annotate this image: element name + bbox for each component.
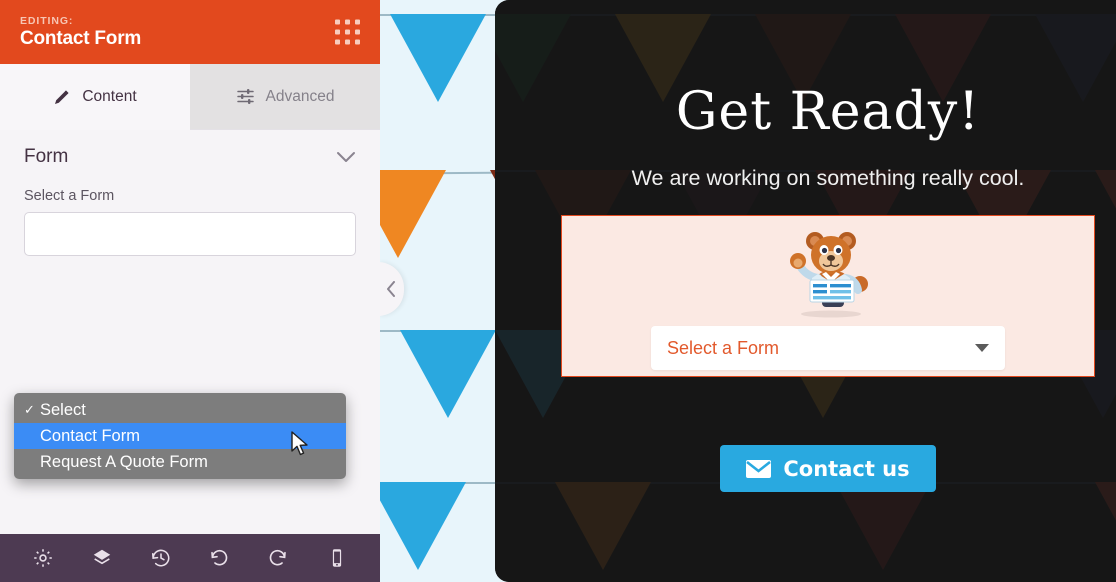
check-icon: ✓	[24, 402, 35, 417]
sidebar-tabs: Content Advanced	[0, 64, 380, 130]
tab-content[interactable]: Content	[0, 64, 190, 130]
layers-icon[interactable]	[85, 541, 119, 575]
contact-us-button[interactable]: Contact us	[720, 445, 936, 492]
pencil-icon	[55, 89, 69, 104]
sidebar-body: Form Select a Form ✓ Select Contact Form…	[0, 130, 380, 534]
sidebar-footer-toolbar	[0, 534, 380, 582]
dropdown-option-label: Contact Form	[40, 426, 140, 445]
editing-label: EDITING:	[20, 14, 74, 27]
chevron-left-icon	[387, 281, 395, 297]
coming-soon-overlay: Get Ready! We are working on something r…	[495, 0, 1116, 582]
tab-advanced-label: Advanced	[265, 87, 335, 105]
form-embed-card: Select a Form	[561, 215, 1095, 377]
editing-title: Contact Form	[20, 27, 142, 49]
envelope-icon	[746, 459, 772, 478]
dropdown-option-label: Select	[40, 400, 86, 419]
tab-advanced[interactable]: Advanced	[190, 64, 380, 130]
page-title: Get Ready!	[675, 82, 981, 142]
sliders-icon	[236, 89, 254, 104]
waving-bear-mascot-icon	[790, 232, 868, 318]
contact-us-label: Contact us	[783, 456, 910, 481]
dropdown-option-label: Request A Quote Form	[40, 452, 208, 471]
history-icon[interactable]	[144, 541, 178, 575]
section-form-title: Form	[24, 146, 69, 167]
preview-form-select-value: Select a Form	[667, 337, 780, 358]
form-dropdown-menu[interactable]: ✓ Select Contact Form Request A Quote Fo…	[14, 393, 346, 479]
select-a-form-input[interactable]	[24, 212, 356, 256]
select-a-form-label: Select a Form	[24, 188, 115, 204]
editor-sidebar: EDITING: Contact Form Content Advanced F…	[0, 0, 380, 582]
chevron-down-icon[interactable]	[336, 151, 356, 163]
redo-icon[interactable]	[261, 541, 295, 575]
section-form-header[interactable]: Form	[0, 130, 380, 184]
settings-gear-icon[interactable]	[26, 541, 60, 575]
page-builder-app: Get Ready! We are working on something r…	[0, 0, 1116, 582]
undo-icon[interactable]	[202, 541, 236, 575]
dropdown-option-select[interactable]: ✓ Select	[14, 397, 346, 423]
mobile-device-icon[interactable]	[320, 541, 354, 575]
form-field-group: Select a Form	[0, 184, 380, 256]
grid-dots-icon[interactable]	[335, 19, 360, 45]
dropdown-option-request-a-quote-form[interactable]: Request A Quote Form	[14, 449, 346, 475]
preview-canvas: Get Ready! We are working on something r…	[380, 0, 1116, 582]
sidebar-header: EDITING: Contact Form	[0, 0, 380, 64]
caret-down-icon	[975, 344, 989, 352]
page-subtitle: We are working on something really cool.	[631, 166, 1025, 190]
preview-form-select[interactable]: Select a Form	[651, 326, 1005, 370]
dropdown-option-contact-form[interactable]: Contact Form	[14, 423, 346, 449]
tab-content-label: Content	[82, 87, 137, 105]
